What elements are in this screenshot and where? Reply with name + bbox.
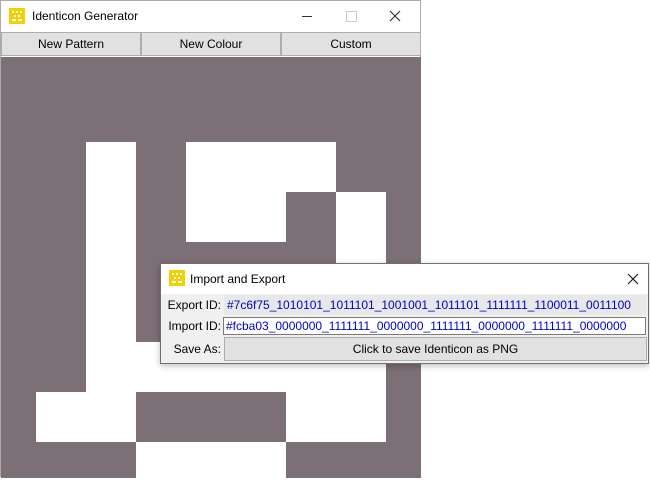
identicon-cell bbox=[336, 392, 386, 442]
export-id-value[interactable]: #7c6f75_1010101_1011101_1001001_1011101_… bbox=[224, 295, 646, 315]
close-icon bbox=[627, 273, 639, 285]
identicon-cell bbox=[86, 192, 136, 242]
export-id-label: Export ID: bbox=[167, 298, 221, 312]
title-bar[interactable]: Identicon Generator bbox=[1, 1, 420, 31]
identicon-cell bbox=[186, 192, 236, 242]
identicon-cell bbox=[136, 442, 186, 492]
save-png-button[interactable]: Click to save Identicon as PNG bbox=[224, 337, 647, 361]
custom-button[interactable]: Custom bbox=[281, 32, 421, 56]
dialog-title: Import and Export bbox=[190, 272, 286, 286]
maximize-icon bbox=[345, 10, 357, 22]
dialog-title-bar[interactable]: Import and Export bbox=[161, 264, 648, 294]
import-id-input[interactable] bbox=[223, 317, 646, 335]
minimize-icon bbox=[302, 15, 312, 17]
identicon-cell bbox=[236, 442, 286, 492]
window-title: Identicon Generator bbox=[32, 9, 139, 23]
maximize-button bbox=[329, 1, 373, 31]
close-icon bbox=[389, 10, 401, 22]
identicon-cell bbox=[336, 192, 386, 242]
minimize-button[interactable] bbox=[285, 1, 329, 31]
identicon-cell bbox=[86, 242, 136, 292]
import-export-dialog: Import and Export Export ID: #7c6f75_101… bbox=[160, 263, 649, 364]
identicon-cell bbox=[236, 142, 286, 192]
identicon-app-icon bbox=[169, 270, 185, 286]
save-as-label: Save As: bbox=[173, 342, 221, 356]
identicon-cell bbox=[36, 392, 86, 442]
close-button[interactable] bbox=[373, 1, 417, 31]
identicon-cell bbox=[186, 442, 236, 492]
identicon-cell bbox=[86, 392, 136, 442]
toolbar: New Pattern New Colour Custom bbox=[1, 32, 421, 57]
identicon-cell bbox=[186, 142, 236, 192]
identicon-app-icon bbox=[9, 8, 25, 24]
identicon-cell bbox=[286, 392, 336, 442]
new-pattern-button[interactable]: New Pattern bbox=[1, 32, 141, 56]
import-id-label: Import ID: bbox=[168, 319, 221, 333]
new-colour-button[interactable]: New Colour bbox=[141, 32, 281, 56]
identicon-cell bbox=[286, 142, 336, 192]
identicon-cell bbox=[86, 342, 136, 392]
main-window: Identicon Generator New Pattern New Colo… bbox=[0, 0, 421, 492]
identicon-cell bbox=[86, 142, 136, 192]
dialog-close-button[interactable] bbox=[618, 264, 648, 294]
identicon-cell bbox=[236, 192, 286, 242]
identicon-cell bbox=[86, 292, 136, 342]
